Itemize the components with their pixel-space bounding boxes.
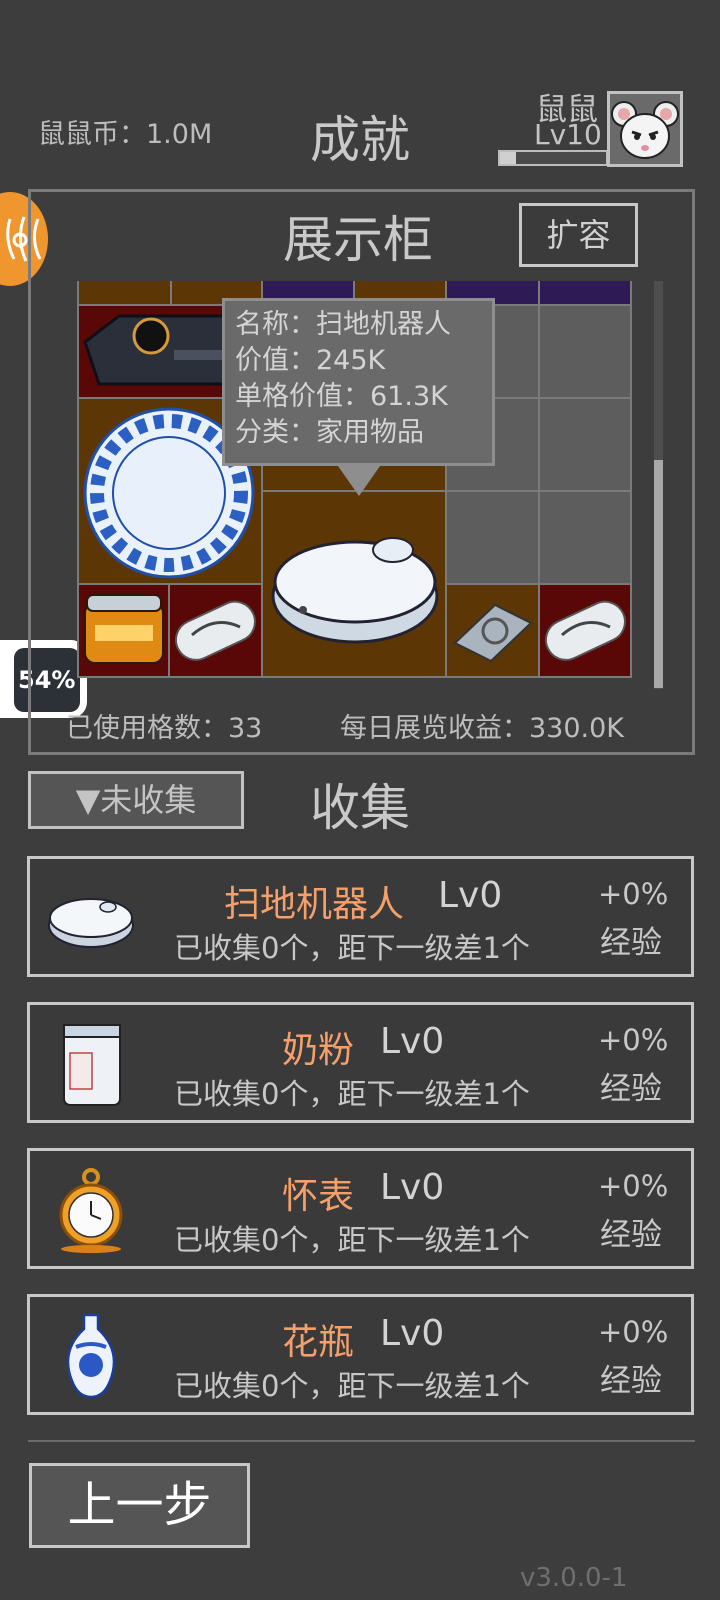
expand-button[interactable]: 扩容 [519,203,638,267]
grid-cell[interactable] [538,397,632,492]
collect-title: 收集 [310,779,410,837]
card-exp-value: +0% [598,877,669,911]
tooltip-value: 价值：245K [235,345,386,376]
golden-jar-icon [84,594,164,664]
robot-vacuum-icon [46,873,136,963]
grid-cell[interactable] [77,281,172,306]
back-button[interactable]: 上一步 [29,1463,250,1548]
avatar[interactable] [607,91,683,167]
grid-item-capsule[interactable] [538,583,632,678]
card-exp-label: 经验 [600,1363,662,1399]
mouse-avatar-icon [610,94,680,164]
tooltip-name: 名称：扫地机器人 [235,309,451,340]
card-exp-label: 经验 [600,1071,662,1107]
pocket-watch-icon [46,1165,136,1255]
tooltip-category: 分类：家用物品 [235,417,424,448]
grid-item-jar[interactable] [77,583,170,678]
card-item-name: 怀表 [282,1176,355,1217]
robot-vacuum-icon [271,537,439,644]
daily-income: 每日展览收益：330.0K [340,713,625,744]
card-item-name: 花瓶 [282,1322,355,1363]
page-title: 成就 [310,111,410,169]
vase-icon [46,1311,136,1401]
tooltip-cell-value: 单格价值：61.3K [235,381,448,412]
xp-progress-fill [500,152,516,164]
card-item-level: Lv0 [380,1021,445,1062]
card-item-desc: 已收集0个，距下一级差1个 [174,1223,530,1257]
coin-balance: 鼠鼠币：1.0M [38,119,213,150]
card-item-desc: 已收集0个，距下一级差1个 [174,1369,530,1403]
collect-card[interactable]: 奶粉 Lv0 已收集0个，距下一级差1个 +0% 经验 [27,1002,694,1123]
card-item-level: Lv0 [380,1167,445,1208]
card-item-name: 扫地机器人 [224,884,405,925]
card-exp-value: +0% [598,1169,669,1203]
card-item-desc: 已收集0个，距下一级差1个 [174,1077,530,1111]
used-cells-count: 已使用格数：33 [66,713,263,744]
card-item-desc: 已收集0个，距下一级差1个 [174,931,530,965]
milk-powder-icon [46,1019,136,1109]
item-tooltip: 名称：扫地机器人 价值：245K 单格价值：61.3K 分类：家用物品 [222,298,495,466]
grid-cell[interactable] [445,490,540,585]
grid-item-hard-drive[interactable] [445,583,540,678]
card-exp-label: 经验 [600,1217,662,1253]
capsule-icon [174,600,256,661]
card-item-name: 奶粉 [282,1030,355,1071]
collect-card[interactable]: 扫地机器人 Lv0 已收集0个，距下一级差1个 +0% 经验 [27,856,694,977]
cabinet-title: 展示柜 [283,211,433,269]
capsule-icon [544,600,626,661]
divider [28,1440,695,1442]
card-item-level: Lv0 [438,875,503,916]
card-exp-value: +0% [598,1315,669,1349]
collect-card[interactable]: 花瓶 Lv0 已收集0个，距下一级差1个 +0% 经验 [27,1294,694,1415]
hard-drive-icon [453,603,533,663]
filter-dropdown[interactable]: ▼未收集 [28,771,244,829]
card-exp-label: 经验 [600,925,662,961]
grid-item-robot-vacuum[interactable] [261,490,447,678]
grid-cell[interactable] [538,281,632,306]
cabinet-scroll-thumb[interactable] [654,460,663,688]
grid-cell[interactable] [538,490,632,585]
grid-item-capsule[interactable] [168,583,263,678]
card-item-level: Lv0 [380,1313,445,1354]
grid-cell[interactable] [538,304,632,399]
player-level: Lv10 [534,118,602,151]
collect-card[interactable]: 怀表 Lv0 已收集0个，距下一级差1个 +0% 经验 [27,1148,694,1269]
version-label: v3.0.0-1 [520,1563,628,1593]
tooltip-arrow [338,466,380,496]
xp-progress-bar [498,150,608,166]
card-exp-value: +0% [598,1023,669,1057]
